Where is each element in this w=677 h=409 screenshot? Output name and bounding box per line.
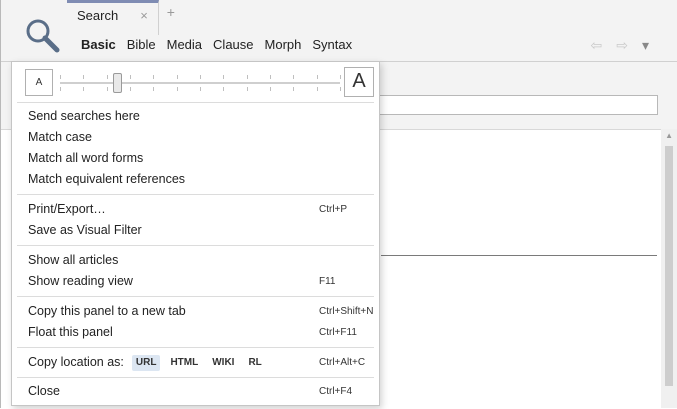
slider-tick (177, 75, 178, 79)
menu-item-show-all-articles[interactable]: Show all articles (28, 250, 369, 271)
menu-divider (17, 377, 374, 378)
search-type-morph[interactable]: Morph (265, 37, 302, 52)
slider-tick (83, 75, 84, 79)
menu-item-label: Copy this panel to a new tab (28, 304, 186, 318)
menu-item-match-equivalent-references[interactable]: Match equivalent references (28, 169, 369, 190)
menu-divider (17, 102, 374, 103)
search-type-basic[interactable]: Basic (81, 37, 116, 52)
zoom-row: A A (12, 62, 379, 102)
tab-strip: Search × + (67, 0, 183, 35)
menu-item-float-panel[interactable]: Float this panel Ctrl+F11 (28, 322, 369, 343)
slider-tick (200, 87, 201, 91)
slider-tick (130, 87, 131, 91)
forward-arrow-icon[interactable]: ⇨ (616, 37, 628, 54)
menu-item-copy-location: Copy location as: URL HTML WIKI RL Ctrl+… (28, 352, 369, 373)
slider-tick (107, 75, 108, 79)
menu-item-copy-panel-new-tab[interactable]: Copy this panel to a new tab Ctrl+Shift+… (28, 301, 373, 322)
slider-tick (83, 87, 84, 91)
slider-tick (60, 87, 61, 91)
slider-tick (293, 87, 294, 91)
tab-search[interactable]: Search × (67, 0, 159, 35)
slider-tick (200, 75, 201, 79)
menu-item-label: Copy location as: (28, 355, 124, 369)
menu-item-shortcut: Ctrl+P (319, 204, 348, 215)
menu-item-send-searches-here[interactable]: Send searches here (28, 106, 369, 127)
copy-format-url[interactable]: URL (131, 354, 161, 371)
menu-item-match-all-word-forms[interactable]: Match all word forms (28, 148, 369, 169)
menu-item-label: Match equivalent references (28, 172, 186, 186)
slider-tick (153, 75, 154, 79)
tab-label: Search (77, 8, 119, 23)
menu-item-shortcut: F11 (319, 276, 336, 287)
search-type-syntax[interactable]: Syntax (312, 37, 352, 52)
menu-divider (17, 347, 374, 348)
zoom-in-button[interactable]: A (344, 67, 374, 97)
search-type-bar: Basic Bible Media Clause Morph Syntax (81, 37, 352, 52)
scrollbar-thumb[interactable] (665, 146, 673, 386)
slider-tick (130, 75, 131, 79)
slider-tick (247, 75, 248, 79)
menu-item-label: Match all word forms (28, 151, 144, 165)
close-icon[interactable]: × (140, 8, 148, 35)
menu-item-shortcut: Ctrl+F11 (319, 327, 357, 338)
menu-item-label: Float this panel (28, 325, 113, 339)
slider-tick (317, 75, 318, 79)
menu-item-label: Close (28, 384, 60, 398)
panel-menu: A A Send searches here Match case Match … (11, 61, 380, 406)
copy-format-html[interactable]: HTML (166, 355, 202, 371)
zoom-out-button[interactable]: A (25, 69, 53, 96)
slider-tick (153, 87, 154, 91)
menu-item-label: Show all articles (28, 253, 119, 267)
slider-tick (317, 87, 318, 91)
menu-item-close[interactable]: Close Ctrl+F4 (28, 381, 369, 402)
menu-item-label: Send searches here (28, 109, 140, 123)
menu-item-match-case[interactable]: Match case (28, 127, 369, 148)
search-input[interactable] (371, 95, 658, 115)
menu-item-label: Save as Visual Filter (28, 223, 142, 237)
search-icon (26, 19, 60, 53)
menu-item-save-visual-filter[interactable]: Save as Visual Filter (28, 220, 369, 241)
search-type-clause[interactable]: Clause (213, 37, 253, 52)
slider-tick (340, 75, 341, 79)
slider-tick (293, 75, 294, 79)
add-tab-icon[interactable]: + (159, 0, 183, 30)
slider-tick (223, 87, 224, 91)
menu-item-label: Show reading view (28, 274, 133, 288)
slider-tick (107, 87, 108, 91)
zoom-slider[interactable] (60, 82, 340, 84)
slider-tick (270, 75, 271, 79)
panel-menu-button[interactable] (13, 10, 73, 67)
slider-tick (60, 75, 61, 79)
history-nav: ⇦ ⇨ ▾ (591, 37, 650, 54)
menu-divider (17, 245, 374, 246)
copy-location-group: Copy location as: URL HTML WIKI RL (28, 352, 270, 373)
menu-divider (17, 194, 374, 195)
menu-item-shortcut: Ctrl+Alt+C (319, 357, 366, 368)
menu-item-print-export[interactable]: Print/Export… Ctrl+P (28, 199, 369, 220)
menu-item-show-reading-view[interactable]: Show reading view F11 (28, 271, 369, 292)
copy-format-rl[interactable]: RL (244, 355, 265, 371)
scroll-up-icon[interactable]: ▲ (665, 131, 673, 140)
menu-item-shortcut: Ctrl+F4 (319, 386, 353, 397)
search-type-media[interactable]: Media (167, 37, 202, 52)
slider-tick (270, 87, 271, 91)
menu-divider (17, 296, 374, 297)
copy-format-wiki[interactable]: WIKI (208, 355, 238, 371)
menu-item-label: Print/Export… (28, 202, 106, 216)
menu-item-label: Match case (28, 130, 92, 144)
slider-tick (247, 87, 248, 91)
menu-item-shortcut: Ctrl+Shift+N (319, 306, 374, 317)
results-divider (381, 255, 657, 256)
history-menu-icon[interactable]: ▾ (642, 37, 649, 54)
slider-tick (177, 87, 178, 91)
search-type-bible[interactable]: Bible (127, 37, 156, 52)
back-arrow-icon[interactable]: ⇦ (591, 37, 603, 54)
zoom-slider-thumb[interactable] (113, 73, 122, 93)
slider-tick (223, 75, 224, 79)
slider-tick (340, 87, 341, 91)
